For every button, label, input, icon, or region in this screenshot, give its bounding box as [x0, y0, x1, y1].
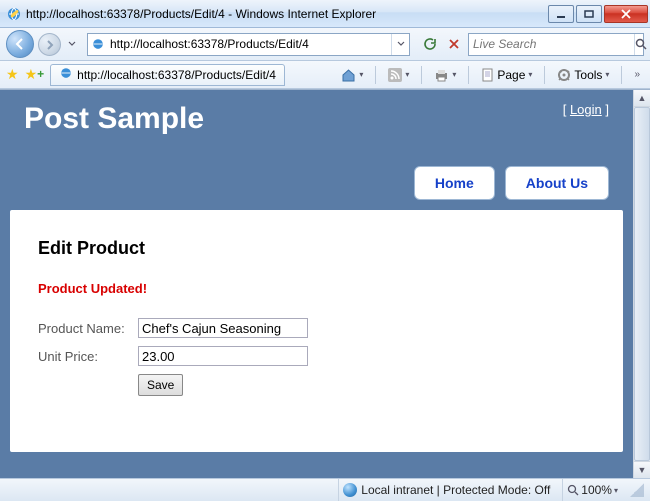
vertical-scrollbar[interactable]: ▲ ▼: [633, 90, 650, 478]
save-button[interactable]: Save: [138, 374, 183, 396]
resize-grip[interactable]: [630, 483, 644, 497]
login-link[interactable]: Login: [570, 102, 602, 117]
search-button[interactable]: [634, 34, 648, 55]
tools-menu[interactable]: Tools▾: [553, 64, 613, 86]
print-button[interactable]: ▾: [430, 64, 460, 86]
nav-home[interactable]: Home: [414, 166, 495, 200]
security-zone[interactable]: Local intranet | Protected Mode: Off: [338, 479, 554, 501]
browser-tab[interactable]: http://localhost:63378/Products/Edit/4: [50, 64, 285, 86]
help-chevron[interactable]: »: [630, 64, 644, 86]
window-titlebar: http://localhost:63378/Products/Edit/4 -…: [0, 0, 650, 28]
nav-toolbar: [0, 28, 650, 61]
nav-history-dropdown[interactable]: [65, 31, 79, 57]
maximize-button[interactable]: [576, 5, 602, 23]
tab-title: http://localhost:63378/Products/Edit/4: [77, 68, 276, 82]
refresh-button[interactable]: [418, 34, 440, 55]
zoom-icon: [567, 484, 579, 496]
status-bar: Local intranet | Protected Mode: Off 100…: [0, 478, 650, 501]
stop-button[interactable]: [444, 34, 464, 55]
ie-favicon: [6, 6, 22, 22]
forward-button[interactable]: [38, 33, 61, 56]
scroll-up-arrow[interactable]: ▲: [634, 90, 650, 107]
home-button[interactable]: ▾: [337, 64, 367, 86]
nav-about[interactable]: About Us: [505, 166, 609, 200]
site-title: Post Sample: [24, 102, 563, 136]
minimize-button[interactable]: [548, 5, 574, 23]
product-name-label: Product Name:: [38, 321, 138, 336]
zoom-control[interactable]: 100% ▾: [562, 479, 622, 501]
back-button[interactable]: [6, 30, 34, 58]
page-menu[interactable]: Page▾: [477, 64, 536, 86]
address-bar: [87, 33, 410, 56]
favorites-star-icon[interactable]: ★: [6, 66, 19, 83]
search-input[interactable]: [469, 34, 634, 55]
window-title: http://localhost:63378/Products/Edit/4 -…: [26, 7, 546, 21]
ie-page-icon: [88, 37, 108, 51]
close-button[interactable]: [604, 5, 648, 23]
scroll-down-arrow[interactable]: ▼: [634, 461, 650, 478]
status-message: Product Updated!: [38, 281, 595, 296]
search-box: [468, 33, 644, 56]
page-heading: Edit Product: [38, 238, 595, 259]
page-content: Post Sample [ Login ] Home About Us Edit…: [0, 90, 633, 478]
window-buttons: [546, 5, 648, 23]
product-name-input[interactable]: [138, 318, 308, 338]
unit-price-label: Unit Price:: [38, 349, 138, 364]
feeds-button[interactable]: ▾: [384, 64, 413, 86]
browser-viewport: Post Sample [ Login ] Home About Us Edit…: [0, 89, 650, 478]
command-bar: ★ ★+ http://localhost:63378/Products/Edi…: [0, 61, 650, 89]
address-dropdown[interactable]: [391, 34, 409, 55]
site-nav: Home About Us: [0, 136, 633, 210]
ie-page-icon: [59, 66, 73, 83]
add-favorite-icon[interactable]: ★+: [25, 66, 45, 83]
globe-icon: [343, 483, 357, 497]
address-input[interactable]: [108, 34, 391, 55]
login-display: [ Login ]: [563, 102, 609, 117]
unit-price-input[interactable]: [138, 346, 308, 366]
scroll-thumb[interactable]: [634, 107, 650, 461]
